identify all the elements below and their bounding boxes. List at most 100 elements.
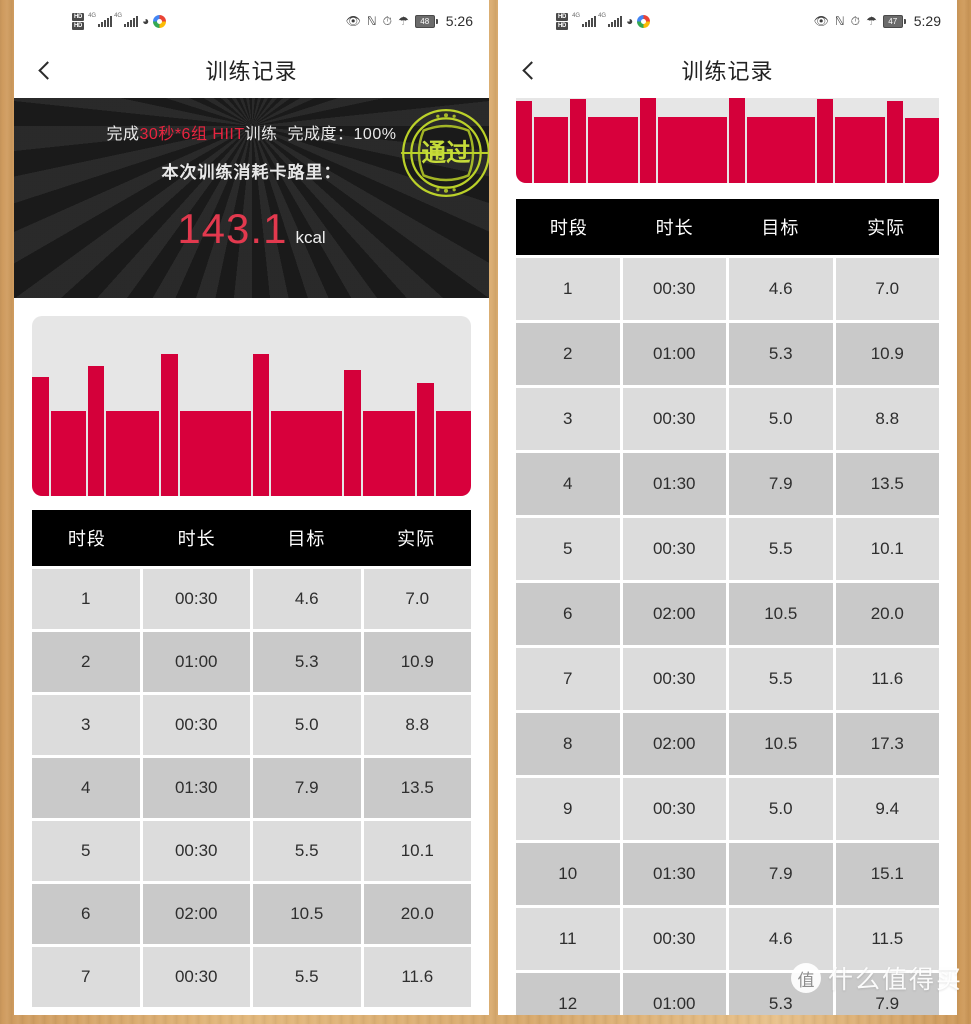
chart-bar-9 <box>816 98 833 183</box>
table-cell-实际: 7.9 <box>835 973 939 1015</box>
table-row[interactable]: 1 00:30 4.6 7.0 <box>32 569 471 629</box>
table-cell-目标: 7.9 <box>729 453 833 515</box>
table-row[interactable]: 11 00:30 4.6 11.5 <box>516 908 939 970</box>
table-cell-时长: 01:30 <box>622 453 726 515</box>
table-cell-实际: 20.0 <box>363 884 471 944</box>
chart-bar-6 <box>179 411 251 496</box>
table-cell-时段: 3 <box>516 388 620 450</box>
table-cell-目标: 4.6 <box>729 908 833 970</box>
table-row[interactable]: 12 01:00 5.3 7.9 <box>516 973 939 1015</box>
table-cell-实际: 13.5 <box>363 758 471 818</box>
table-cell-实际: 10.9 <box>363 632 471 692</box>
table-cell-实际: 7.0 <box>835 258 939 320</box>
table-row[interactable]: 7 00:30 5.5 11.6 <box>32 947 471 1007</box>
table-cell-时段: 1 <box>32 569 140 629</box>
table-header-row: 时段 时长 目标 实际 <box>32 510 471 566</box>
table-cell-时段: 10 <box>516 843 620 905</box>
table-row[interactable]: 2 01:00 5.3 10.9 <box>32 632 471 692</box>
status-bar-left-icons: HD HD ◕ <box>72 12 167 30</box>
chart-bar-4 <box>587 116 639 183</box>
table-cell-目标: 5.5 <box>729 648 833 710</box>
table-cell-时长: 01:30 <box>622 843 726 905</box>
interval-table-right: 时段 时长 目标 实际 1 00:30 4.6 7.0 2 01:00 5.3 10.9 3 00:30… <box>498 183 957 1015</box>
table-row[interactable]: 5 00:30 5.5 10.1 <box>32 821 471 881</box>
table-cell-时段: 4 <box>32 758 140 818</box>
interval-bar-chart <box>32 316 471 496</box>
nfc-icon: ℕ <box>835 14 845 28</box>
calorie-readout: 143.1 kcal <box>14 205 489 253</box>
table-cell-实际: 13.5 <box>835 453 939 515</box>
table-cell-实际: 7.0 <box>363 569 471 629</box>
table-header-cell-3: 目标 <box>287 529 326 549</box>
table-cell-时长: 00:30 <box>622 518 726 580</box>
table-cell-时段: 7 <box>516 648 620 710</box>
calorie-value: 143.1 <box>177 205 288 252</box>
table-cell-实际: 20.0 <box>835 583 939 645</box>
table-cell-时长: 00:30 <box>622 648 726 710</box>
table-row[interactable]: 4 01:30 7.9 13.5 <box>32 758 471 818</box>
table-row[interactable]: 6 02:00 10.5 20.0 <box>516 583 939 645</box>
table-cell-时长: 01:00 <box>622 323 726 385</box>
wifi-icon: ◕ <box>626 14 634 28</box>
table-row[interactable]: 3 00:30 5.0 8.8 <box>516 388 939 450</box>
alarm-icon: ⏱ <box>850 14 860 28</box>
phone-screenshot-right: HD HD ◕ 👁 ℕ ⏱ ☂ 47 5:29 训练记录 时 <box>498 0 957 1015</box>
table-cell-实际: 15.1 <box>835 843 939 905</box>
table-cell-目标: 7.9 <box>253 758 361 818</box>
chart-bar-7 <box>728 98 745 183</box>
table-cell-实际: 8.8 <box>835 388 939 450</box>
table-row[interactable]: 5 00:30 5.5 10.1 <box>516 518 939 580</box>
table-row[interactable]: 6 02:00 10.5 20.0 <box>32 884 471 944</box>
table-row[interactable]: 9 00:30 5.0 9.4 <box>516 778 939 840</box>
table-cell-实际: 10.1 <box>363 821 471 881</box>
chart-bar-12 <box>905 118 939 183</box>
chart-bar-2 <box>50 411 86 496</box>
calorie-unit: kcal <box>295 228 326 247</box>
status-bar-left-icons: HD HD ◕ <box>556 12 651 30</box>
table-cell-实际: 11.5 <box>835 908 939 970</box>
volte-hd-icon: HD HD <box>556 12 569 30</box>
back-button[interactable] <box>508 47 554 93</box>
table-cell-时段: 6 <box>516 583 620 645</box>
table-cell-目标: 5.3 <box>729 973 833 1015</box>
table-cell-时长: 01:00 <box>622 973 726 1015</box>
table-row[interactable]: 4 01:30 7.9 13.5 <box>516 453 939 515</box>
table-cell-时段: 12 <box>516 973 620 1015</box>
table-cell-时段: 2 <box>516 323 620 385</box>
page-title: 训练记录 <box>205 59 298 84</box>
status-clock: 5:26 <box>445 13 473 29</box>
chart-container-left <box>14 298 489 496</box>
table-cell-实际: 17.3 <box>835 713 939 775</box>
table-cell-时段: 3 <box>32 695 140 755</box>
wifi-icon: ◕ <box>142 14 150 28</box>
table-cell-目标: 5.0 <box>729 388 833 450</box>
signal-bars-sim1-icon <box>88 13 113 27</box>
signal-bars-sim2-icon <box>114 13 139 27</box>
table-cell-时长: 02:00 <box>142 884 250 944</box>
table-row[interactable]: 3 00:30 5.0 8.8 <box>32 695 471 755</box>
table-cell-时长: 00:30 <box>622 388 726 450</box>
chrome-icon <box>637 14 651 28</box>
pass-stamp-icon: 通过 <box>401 109 489 197</box>
table-row[interactable]: 10 01:30 7.9 15.1 <box>516 843 939 905</box>
signal-bars-sim2-icon <box>598 13 623 27</box>
table-cell-目标: 10.5 <box>253 884 361 944</box>
table-cell-时长: 00:30 <box>142 947 250 1007</box>
status-clock: 5:29 <box>913 13 941 29</box>
page-title: 训练记录 <box>681 59 774 84</box>
eye-care-icon: 👁 <box>813 14 829 28</box>
table-cell-时长: 00:30 <box>142 695 250 755</box>
table-cell-时长: 00:30 <box>622 908 726 970</box>
back-button[interactable] <box>24 47 70 93</box>
interval-table-left: 时段 时长 目标 实际 1 00:30 4.6 7.0 2 01:00 5.3 10.9 3 00:30… <box>14 496 489 1007</box>
volte-hd-icon: HD HD <box>72 12 85 30</box>
table-row[interactable]: 1 00:30 4.6 7.0 <box>516 258 939 320</box>
table-header-row: 时段 时长 目标 实际 <box>516 199 939 255</box>
chart-bar-4 <box>106 411 159 496</box>
battery-icon: 48 <box>414 14 438 28</box>
table-row[interactable]: 8 02:00 10.5 17.3 <box>516 713 939 775</box>
table-row[interactable]: 7 00:30 5.5 11.6 <box>516 648 939 710</box>
signal-bars-sim1-icon <box>572 13 597 27</box>
table-row[interactable]: 2 01:00 5.3 10.9 <box>516 323 939 385</box>
table-cell-实际: 9.4 <box>835 778 939 840</box>
